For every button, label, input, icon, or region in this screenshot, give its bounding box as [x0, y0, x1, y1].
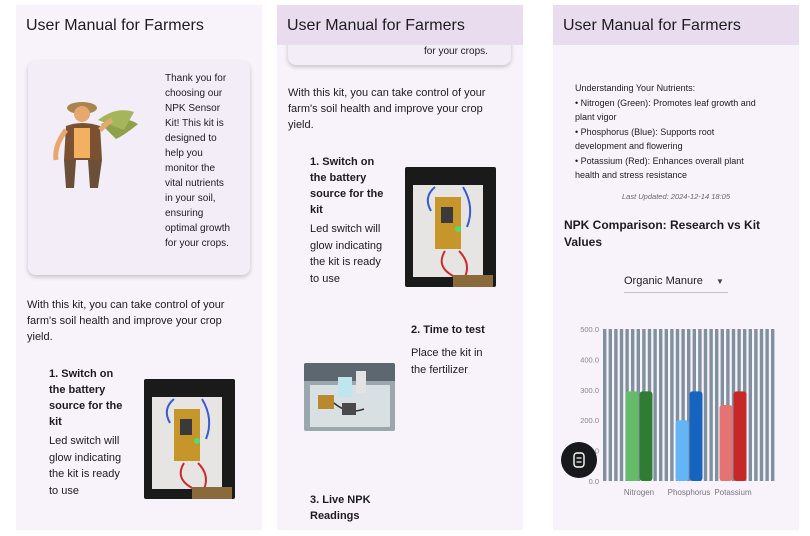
y-tick-label: 0.0 — [589, 477, 599, 486]
x-tick-label: Potassium — [714, 488, 752, 497]
kit-photo — [405, 167, 496, 287]
app-title: User Manual for Farmers — [26, 17, 204, 34]
kit-photo — [144, 379, 235, 499]
nutrients-info: Understanding Your Nutrients: • Nitrogen… — [575, 81, 785, 183]
nutrients-heading: Understanding Your Nutrients: — [575, 83, 696, 93]
grid-stripe — [715, 329, 719, 481]
step-1-desc: Led switch will glow indicating the kit … — [49, 435, 122, 497]
step-2-title: 2. Time to test — [411, 324, 485, 336]
grid-stripe — [603, 329, 607, 481]
app-bar: User Manual for Farmers — [277, 5, 523, 45]
app-bar: User Manual for Farmers — [16, 5, 262, 45]
chat-bot-button[interactable] — [561, 442, 597, 478]
bar-phosphorus-0 — [675, 420, 689, 481]
screen-1: User Manual for Farmers Thank you for ch… — [16, 5, 262, 530]
grid-stripe — [709, 329, 713, 481]
grid-stripe — [670, 329, 674, 481]
y-tick-label: 400.0 — [580, 355, 599, 364]
grid-stripe — [754, 329, 758, 481]
bar-potassium-1 — [733, 391, 747, 481]
grid-stripe — [659, 329, 663, 481]
crop-dropdown[interactable]: Organic Manure ▼ — [624, 275, 728, 293]
step-3-title: 3. Live NPK Readings — [310, 494, 371, 522]
npk-comparison-chart: 500.0400.0300.0200.0100.00.0NitrogenPhos… — [580, 325, 775, 497]
step-1-desc: Led switch will glow indicating the kit … — [310, 223, 383, 285]
step-1-title: 1. Switch on the battery source for the … — [310, 156, 384, 216]
grid-stripe — [703, 329, 708, 481]
screen-2: for your crops. User Manual for Farmers … — [277, 5, 523, 530]
step-1-title: 1. Switch on the battery source for the … — [49, 368, 123, 428]
control-text: With this kit, you can take control of y… — [288, 87, 486, 131]
comparison-title: NPK Comparison: Research vs Kit Values — [564, 218, 761, 249]
chat-bot-icon — [573, 452, 585, 468]
dropdown-underline — [624, 292, 728, 293]
screen-3: User Manual for Farmers Understanding Yo… — [553, 5, 799, 530]
grid-stripe — [653, 329, 657, 481]
app-title: User Manual for Farmers — [287, 17, 465, 34]
grid-stripe — [664, 329, 668, 481]
y-tick-label: 300.0 — [580, 386, 599, 395]
x-tick-label: Nitrogen — [624, 488, 654, 497]
y-tick-label: 500.0 — [580, 325, 599, 334]
grid-stripe — [619, 329, 624, 481]
bar-potassium-0 — [719, 405, 733, 481]
grid-stripe — [614, 329, 618, 481]
test-photo — [304, 363, 395, 431]
grid-stripe — [759, 329, 764, 481]
bar-nitrogen-1 — [639, 391, 653, 481]
intro-card: Thank you for choosing our NPK Sensor Ki… — [28, 61, 250, 275]
intro-text: Thank you for choosing our NPK Sensor Ki… — [165, 73, 231, 249]
card-tail-text: for your crops. — [424, 46, 488, 57]
bar-nitrogen-0 — [625, 391, 639, 481]
dropdown-value: Organic Manure — [624, 275, 703, 287]
app-bar: User Manual for Farmers — [553, 5, 799, 45]
grid-stripe — [765, 329, 769, 481]
app-title: User Manual for Farmers — [563, 17, 741, 34]
control-text: With this kit, you can take control of y… — [27, 299, 225, 343]
step-2-desc: Place the kit in the fertilizer — [411, 347, 483, 376]
last-updated: Last Updated: 2024-12-14 18:05 — [622, 192, 730, 201]
caret-down-icon: ▼ — [715, 277, 724, 286]
grid-stripe — [608, 329, 612, 481]
farmer-illustration — [53, 102, 138, 188]
grid-stripe — [771, 329, 775, 481]
x-tick-label: Phosphorus — [668, 488, 711, 497]
grid-stripe — [748, 329, 752, 481]
bar-phosphorus-1 — [689, 391, 703, 481]
y-tick-label: 200.0 — [580, 416, 599, 425]
